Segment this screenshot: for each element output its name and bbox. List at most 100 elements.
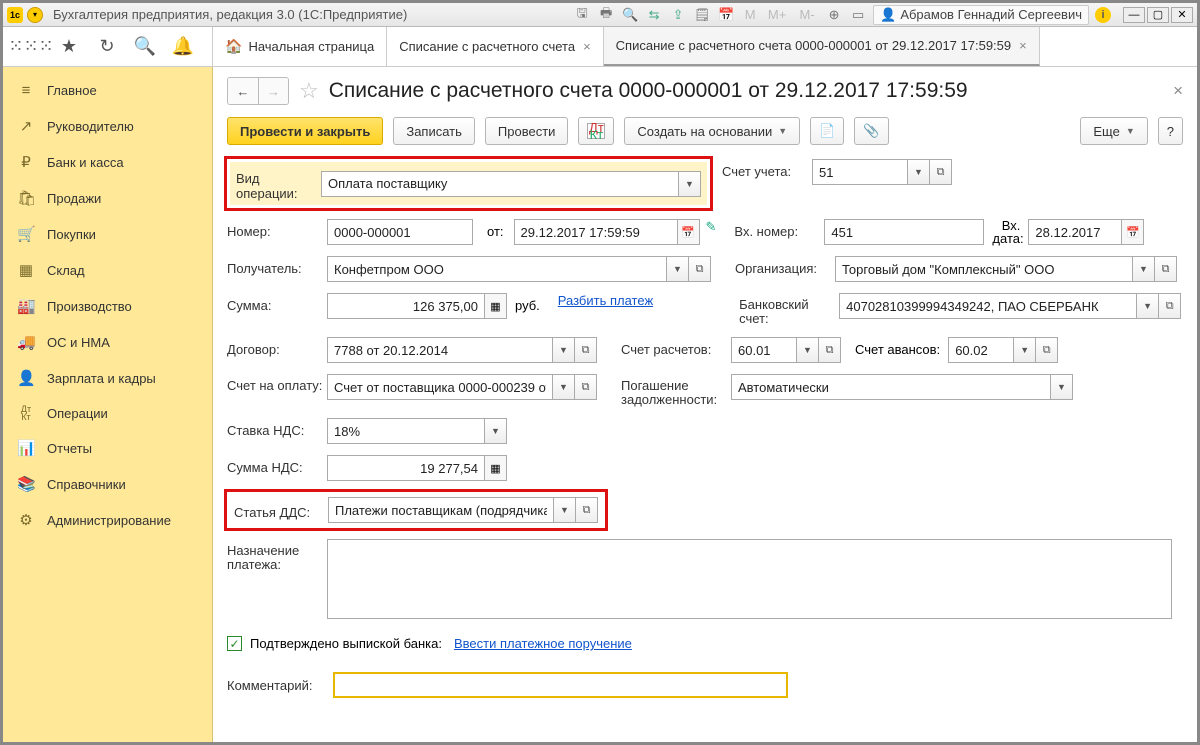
compare-icon[interactable]: ⇆	[645, 6, 663, 24]
debt-dropdown[interactable]: ▼	[1051, 374, 1073, 400]
org-input[interactable]	[835, 256, 1133, 282]
calculator-button[interactable]: ▦	[485, 293, 507, 319]
number-input[interactable]	[327, 219, 473, 245]
purpose-textarea[interactable]	[327, 539, 1172, 619]
apps-grid-icon[interactable]: ⁙⁙⁙	[21, 37, 41, 57]
tab-close-icon[interactable]: ×	[1019, 38, 1027, 53]
sidebar-item-bank[interactable]: ₽Банк и касса	[3, 144, 212, 180]
in-date-picker-button[interactable]: 📅	[1122, 219, 1144, 245]
calculator-icon[interactable]: 🗒	[693, 6, 711, 24]
bank-account-input[interactable]	[839, 293, 1137, 319]
contract-dropdown[interactable]: ▼	[553, 337, 575, 363]
settle-account-open-button[interactable]: ⧉	[819, 337, 841, 363]
amount-input[interactable]	[327, 293, 485, 319]
memory-mplus-button[interactable]: M+	[765, 6, 789, 24]
save-icon[interactable]: 🖫	[573, 6, 591, 24]
bank-account-dropdown[interactable]: ▼	[1137, 293, 1159, 319]
account-input[interactable]	[812, 159, 908, 185]
contract-open-button[interactable]: ⧉	[575, 337, 597, 363]
post-and-close-button[interactable]: Провести и закрыть	[227, 117, 383, 145]
sidebar-item-assets[interactable]: 🚚ОС и НМА	[3, 324, 212, 360]
debt-input[interactable]	[731, 374, 1051, 400]
document-template-button[interactable]: 📄	[810, 117, 844, 145]
payee-dropdown[interactable]: ▼	[667, 256, 689, 282]
sidebar-item-reports[interactable]: 📊Отчеты	[3, 430, 212, 466]
memory-mminus-button[interactable]: M-	[795, 6, 819, 24]
info-icon[interactable]: i	[1095, 7, 1111, 23]
tab-bank-writeoff[interactable]: Списание с расчетного счета ×	[387, 27, 603, 66]
settle-account-input[interactable]	[731, 337, 797, 363]
print-icon[interactable]: 🖶	[597, 6, 615, 24]
nav-forward-button[interactable]: →	[258, 78, 288, 104]
sidebar-item-operations[interactable]: ДтКтОперации	[3, 396, 212, 430]
invoice-dropdown[interactable]: ▼	[553, 374, 575, 400]
nav-back-button[interactable]: ←	[228, 78, 258, 104]
in-date-input[interactable]	[1028, 219, 1122, 245]
in-number-input[interactable]	[824, 219, 984, 245]
sidebar-item-admin[interactable]: ⚙Администрирование	[3, 502, 212, 538]
org-dropdown[interactable]: ▼	[1133, 256, 1155, 282]
calendar-icon[interactable]: 📅	[717, 6, 735, 24]
sidebar-item-main[interactable]: ≡Главное	[3, 73, 212, 108]
contract-input[interactable]	[327, 337, 553, 363]
search-icon[interactable]: 🔍	[135, 37, 155, 57]
account-open-button[interactable]: ⧉	[930, 159, 952, 185]
sidebar-item-catalogs[interactable]: 📚Справочники	[3, 466, 212, 502]
sidebar-item-purchases[interactable]: 🛒Покупки	[3, 216, 212, 252]
vat-sum-input[interactable]	[327, 455, 485, 481]
tab-close-icon[interactable]: ×	[583, 39, 591, 54]
sidebar-item-sales[interactable]: 🛍Продажи	[3, 180, 212, 216]
dds-dropdown[interactable]: ▼	[554, 497, 576, 523]
close-document-button[interactable]: ×	[1173, 81, 1183, 101]
sidebar-item-stock[interactable]: ▦Склад	[3, 252, 212, 288]
export-icon[interactable]: ⇪	[669, 6, 687, 24]
save-button[interactable]: Записать	[393, 117, 475, 145]
tab-home[interactable]: 🏠 Начальная страница	[213, 27, 387, 66]
split-payment-link[interactable]: Разбить платеж	[558, 293, 653, 308]
help-button[interactable]: ?	[1158, 117, 1183, 145]
dtkt-button[interactable]: ДтКт	[578, 117, 614, 145]
enter-payment-link[interactable]: Ввести платежное поручение	[454, 636, 632, 651]
payee-open-button[interactable]: ⧉	[689, 256, 711, 282]
window-close-button[interactable]: ✕	[1171, 7, 1193, 23]
more-button[interactable]: Еще▼	[1080, 117, 1147, 145]
payee-input[interactable]	[327, 256, 667, 282]
create-based-on-button[interactable]: Создать на основании▼	[624, 117, 800, 145]
date-input[interactable]	[514, 219, 678, 245]
sidebar-item-payroll[interactable]: 👤Зарплата и кадры	[3, 360, 212, 396]
advance-account-input[interactable]	[948, 337, 1014, 363]
window-list-icon[interactable]: ▭	[849, 6, 867, 24]
invoice-open-button[interactable]: ⧉	[575, 374, 597, 400]
zoom-icon[interactable]: ⊕	[825, 6, 843, 24]
tab-current-document[interactable]: Списание с расчетного счета 0000-000001 …	[604, 27, 1040, 66]
bank-account-open-button[interactable]: ⧉	[1159, 293, 1181, 319]
vat-calculator-button[interactable]: ▦	[485, 455, 507, 481]
date-picker-button[interactable]: 📅	[678, 219, 700, 245]
user-chip[interactable]: 👤 Абрамов Геннадий Сергеевич	[873, 5, 1089, 25]
memory-m-button[interactable]: M	[741, 6, 759, 24]
dds-open-button[interactable]: ⧉	[576, 497, 598, 523]
confirmed-checkbox[interactable]: ✓	[227, 636, 242, 651]
dds-input[interactable]	[328, 497, 554, 523]
notifications-icon[interactable]: 🔔	[173, 37, 193, 57]
settle-account-dropdown[interactable]: ▼	[797, 337, 819, 363]
sidebar-item-manager[interactable]: ↗Руководителю	[3, 108, 212, 144]
edit-icon[interactable]: ✎	[706, 219, 717, 235]
comment-input[interactable]	[333, 672, 788, 698]
account-dropdown[interactable]: ▼	[908, 159, 930, 185]
operation-type-dropdown[interactable]: ▼	[679, 171, 701, 197]
post-button[interactable]: Провести	[485, 117, 569, 145]
window-maximize-button[interactable]: ▢	[1147, 7, 1169, 23]
operation-type-input[interactable]	[321, 171, 679, 197]
favorite-star-button[interactable]: ☆	[299, 78, 319, 104]
advance-account-dropdown[interactable]: ▼	[1014, 337, 1036, 363]
invoice-input[interactable]	[327, 374, 553, 400]
vat-rate-dropdown[interactable]: ▼	[485, 418, 507, 444]
advance-account-open-button[interactable]: ⧉	[1036, 337, 1058, 363]
org-open-button[interactable]: ⧉	[1155, 256, 1177, 282]
sidebar-item-production[interactable]: 🏭Производство	[3, 288, 212, 324]
vat-rate-input[interactable]	[327, 418, 485, 444]
history-icon[interactable]: ↻	[97, 37, 117, 57]
preview-icon[interactable]: 🔍	[621, 6, 639, 24]
app-menu-button[interactable]: ▾	[27, 7, 43, 23]
